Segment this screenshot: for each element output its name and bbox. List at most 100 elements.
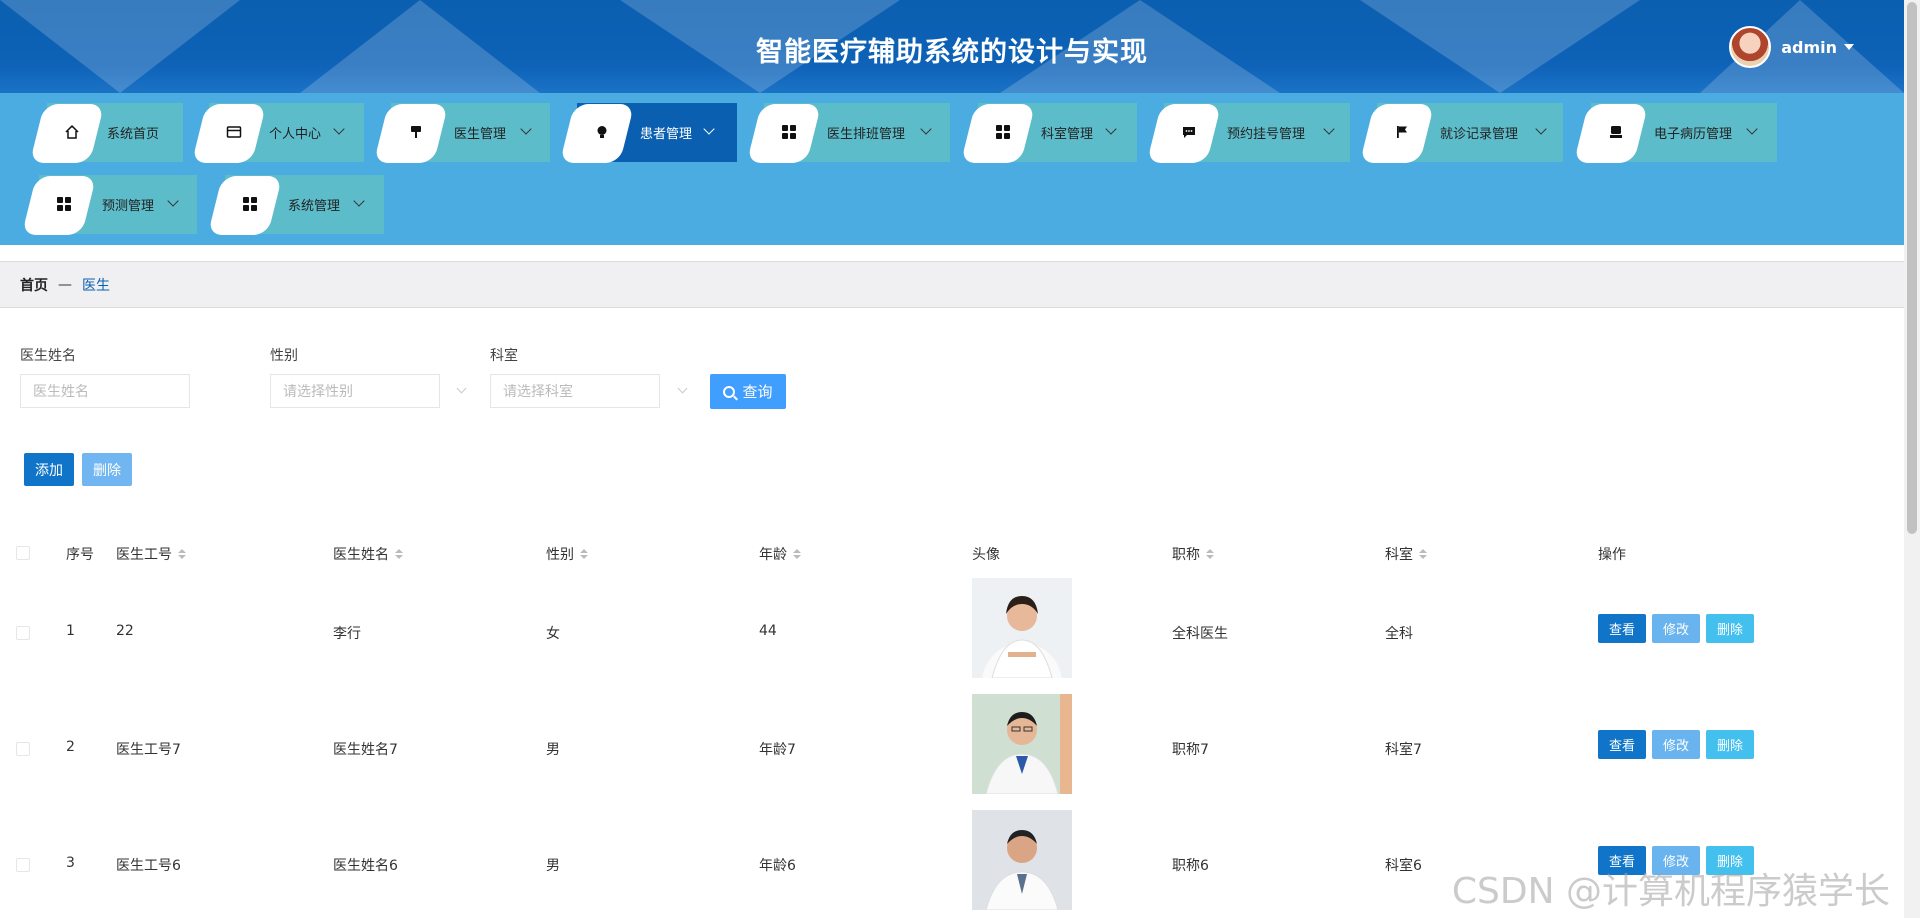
nav-item-system[interactable]: 系统管理 [207, 175, 384, 235]
row-doctor-name: 医生姓名6 [333, 858, 398, 874]
column-department[interactable]: 科室 [1385, 544, 1427, 564]
nav-item-appointment[interactable]: 预约挂号管理 [1146, 103, 1350, 163]
doctor-name-label: 医生姓名 [20, 348, 76, 364]
row-doctor-id: 22 [116, 623, 134, 639]
search-icon [723, 385, 736, 398]
column-avatar: 头像 [972, 547, 1000, 563]
nav-item-emr[interactable]: 电子病历管理 [1573, 103, 1777, 163]
row-title: 全科医生 [1172, 626, 1228, 642]
row-doctor-name: 李行 [333, 626, 361, 642]
breadcrumb-current: 医生 [82, 277, 110, 294]
chevron-down-icon [520, 123, 532, 135]
gender-placeholder: 请选择性别 [283, 384, 353, 400]
column-title[interactable]: 职称 [1172, 544, 1214, 564]
view-button[interactable]: 查看 [1598, 614, 1646, 643]
app-title: 智能医疗辅助系统的设计与实现 [756, 37, 1148, 68]
column-doctor-name[interactable]: 医生姓名 [333, 544, 403, 564]
top-header: 智能医疗辅助系统的设计与实现 admin [0, 0, 1904, 93]
row-index: 3 [66, 855, 75, 871]
chevron-down-icon [456, 383, 467, 394]
column-doctor-id[interactable]: 医生工号 [116, 544, 186, 564]
nav-item-prediction[interactable]: 预测管理 [21, 175, 197, 235]
edit-button[interactable]: 修改 [1652, 730, 1700, 759]
column-age[interactable]: 年龄 [759, 544, 801, 564]
row-age: 年龄6 [759, 858, 796, 874]
row-title: 职称6 [1172, 858, 1209, 874]
chevron-down-icon [1105, 123, 1117, 135]
row-checkbox[interactable] [16, 742, 30, 756]
chevron-down-icon [353, 195, 365, 207]
department-label: 科室 [490, 348, 518, 364]
row-title: 职称7 [1172, 742, 1209, 758]
row-checkbox[interactable] [16, 858, 30, 872]
doctor-name-placeholder: 医生姓名 [33, 384, 89, 400]
row-checkbox[interactable] [16, 626, 30, 640]
chevron-down-icon [333, 123, 345, 135]
main-nav: 系统首页 个人中心 医生管理 患者管理 医生排班管理 科室管理 预约挂号管理 就… [0, 93, 1904, 245]
grid-icon [994, 123, 1012, 141]
view-button[interactable]: 查看 [1598, 730, 1646, 759]
nav-item-patient[interactable]: 患者管理 [559, 103, 737, 163]
doctor-avatar-image [972, 694, 1072, 794]
home-icon [63, 123, 81, 141]
chevron-down-icon [1746, 123, 1758, 135]
column-gender[interactable]: 性别 [546, 544, 588, 564]
sort-icon [580, 549, 588, 559]
chevron-down-icon [920, 123, 932, 135]
doctor-avatar-image [972, 810, 1072, 910]
row-doctor-id: 医生工号6 [116, 858, 181, 874]
grid-icon [780, 123, 798, 141]
sort-icon [793, 549, 801, 559]
grid-icon [241, 195, 259, 213]
watermark: CSDN @计算机程序猿学长 [1451, 871, 1890, 912]
column-index: 序号 [66, 547, 94, 563]
sort-icon [178, 549, 186, 559]
row-doctor-id: 医生工号7 [116, 742, 181, 758]
nav-item-visit-record[interactable]: 就诊记录管理 [1359, 103, 1563, 163]
breadcrumb-separator: — [58, 276, 72, 293]
breadcrumb: 首页 — 医生 [0, 261, 1904, 308]
select-all-checkbox[interactable] [16, 546, 30, 560]
row-index: 1 [66, 623, 75, 639]
card-icon [225, 123, 243, 141]
sort-icon [395, 549, 403, 559]
delete-button[interactable]: 删除 [1706, 730, 1754, 759]
row-age: 年龄7 [759, 742, 796, 758]
row-gender: 男 [546, 742, 560, 758]
column-operations: 操作 [1598, 547, 1626, 563]
row-gender: 男 [546, 858, 560, 874]
nav-item-doctor[interactable]: 医生管理 [373, 103, 550, 163]
user-menu[interactable]: admin [1729, 26, 1854, 68]
nav-item-personal[interactable]: 个人中心 [191, 103, 364, 163]
department-select[interactable]: 请选择科室 [490, 374, 660, 408]
page-scrollbar[interactable] [1904, 0, 1920, 918]
flag-icon [1393, 123, 1411, 141]
row-gender: 女 [546, 626, 560, 642]
row-age: 44 [759, 623, 777, 639]
caret-down-icon [1844, 44, 1854, 50]
brush-icon [407, 123, 425, 141]
nav-item-schedule[interactable]: 医生排班管理 [746, 103, 950, 163]
gender-label: 性别 [270, 348, 298, 364]
chat-icon [1180, 123, 1198, 141]
batch-delete-button[interactable]: 删除 [82, 453, 132, 486]
row-department: 全科 [1385, 626, 1413, 642]
nav-item-home[interactable]: 系统首页 [29, 103, 183, 163]
nav-item-department[interactable]: 科室管理 [960, 103, 1137, 163]
chevron-down-icon [677, 383, 688, 394]
delete-button[interactable]: 删除 [1706, 614, 1754, 643]
query-button[interactable]: 查询 [710, 374, 786, 409]
doctor-avatar-image [972, 578, 1072, 678]
bulb-icon [593, 123, 611, 141]
add-button[interactable]: 添加 [24, 453, 74, 486]
row-department: 科室7 [1385, 742, 1422, 758]
row-department: 科室6 [1385, 858, 1422, 874]
doctor-name-input[interactable]: 医生姓名 [20, 374, 190, 408]
edit-button[interactable]: 修改 [1652, 614, 1700, 643]
scrollbar-thumb[interactable] [1907, 2, 1917, 534]
chevron-down-icon [167, 195, 179, 207]
breadcrumb-home[interactable]: 首页 [20, 275, 48, 295]
user-avatar [1729, 26, 1772, 68]
username: admin [1781, 37, 1837, 57]
gender-select[interactable]: 请选择性别 [270, 374, 440, 408]
